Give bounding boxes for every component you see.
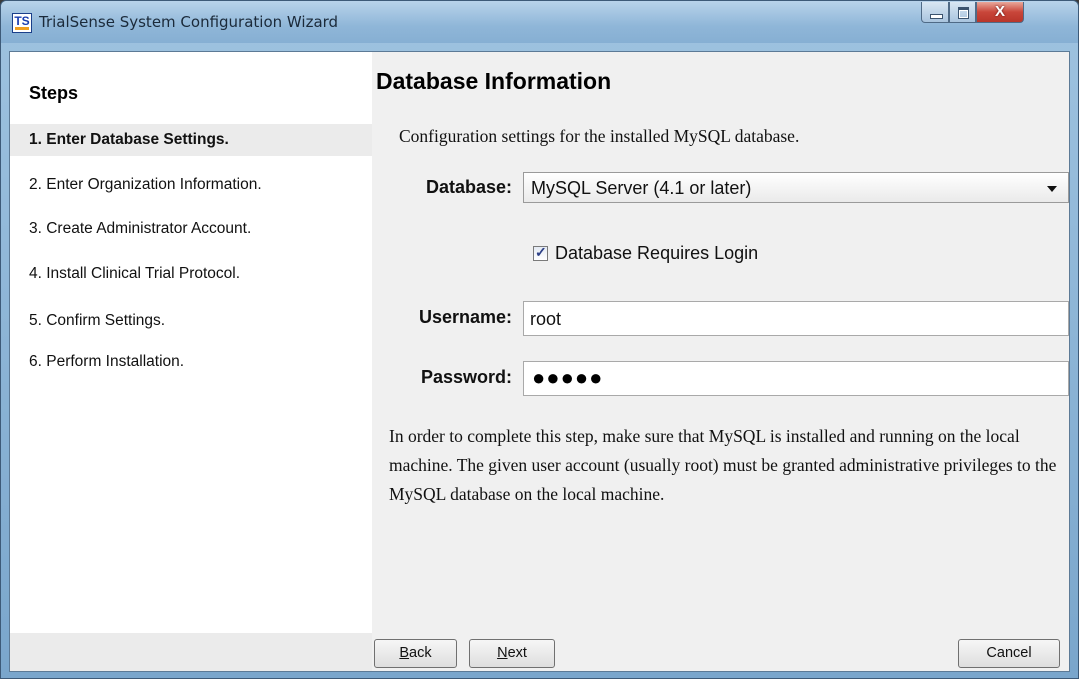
page-title: Database Information [376, 68, 612, 94]
window-title: TrialSense System Configuration Wizard [39, 13, 339, 31]
steps-heading: Steps [29, 83, 79, 103]
chevron-down-icon[interactable] [1047, 186, 1057, 192]
back-button[interactable]: Back [374, 639, 457, 668]
cancel-button[interactable]: Cancel [958, 639, 1060, 668]
step-item-database-settings: 1. Enter Database Settings. [10, 124, 372, 156]
wizard-window: TS TrialSense System Configuration Wizar… [0, 0, 1079, 679]
maximize-icon [958, 7, 969, 19]
password-mask: ●●●●● [532, 365, 604, 390]
title-bar[interactable]: TS TrialSense System Configuration Wizar… [1, 1, 1078, 43]
username-value: root [530, 309, 562, 329]
password-label: Password: [420, 367, 512, 387]
sidebar-footer [10, 633, 372, 671]
step-item-confirm-settings: 5. Confirm Settings. [29, 312, 166, 329]
step-item-administrator-account: 3. Create Administrator Account. [29, 220, 252, 237]
next-mnemonic: N [497, 645, 508, 661]
close-button[interactable]: X [976, 2, 1024, 23]
steps-sidebar: Steps 1. Enter Database Settings. 2. Ent… [10, 52, 372, 671]
instructions-text: In order to complete this step, make sur… [389, 426, 1057, 504]
username-label: Username: [418, 307, 512, 327]
step-item-organization-information: 2. Enter Organization Information. [29, 176, 262, 193]
maximize-button[interactable] [949, 2, 976, 23]
database-select[interactable]: MySQL Server (4.1 or later) [523, 172, 1069, 203]
trialsense-logo-icon: TS [12, 13, 32, 33]
checkmark-icon: ✓ [535, 244, 547, 260]
password-field[interactable]: ●●●●● [523, 361, 1069, 396]
step-item-clinical-trial-protocol: 4. Install Clinical Trial Protocol. [29, 265, 241, 282]
intro-text: Configuration settings for the installed… [399, 126, 800, 146]
next-button[interactable]: Next [469, 639, 555, 668]
username-field[interactable]: root [523, 301, 1069, 336]
database-select-value: MySQL Server (4.1 or later) [531, 178, 752, 198]
close-icon: X [994, 3, 1005, 20]
requires-login-label[interactable]: Database Requires Login [555, 243, 758, 264]
wizard-client-area: Steps 1. Enter Database Settings. 2. Ent… [9, 51, 1070, 672]
database-label: Database: [425, 177, 512, 197]
main-panel: Database Information Configuration setti… [372, 52, 1069, 671]
back-label: ack [409, 645, 432, 661]
back-mnemonic: B [399, 645, 410, 661]
step-item-perform-installation: 6. Perform Installation. [29, 353, 185, 370]
minimize-icon [930, 14, 943, 19]
app-icon-text: TS [14, 14, 30, 28]
next-label: ext [507, 645, 527, 661]
requires-login-checkbox[interactable]: ✓ [533, 244, 548, 261]
minimize-button[interactable] [921, 2, 949, 23]
